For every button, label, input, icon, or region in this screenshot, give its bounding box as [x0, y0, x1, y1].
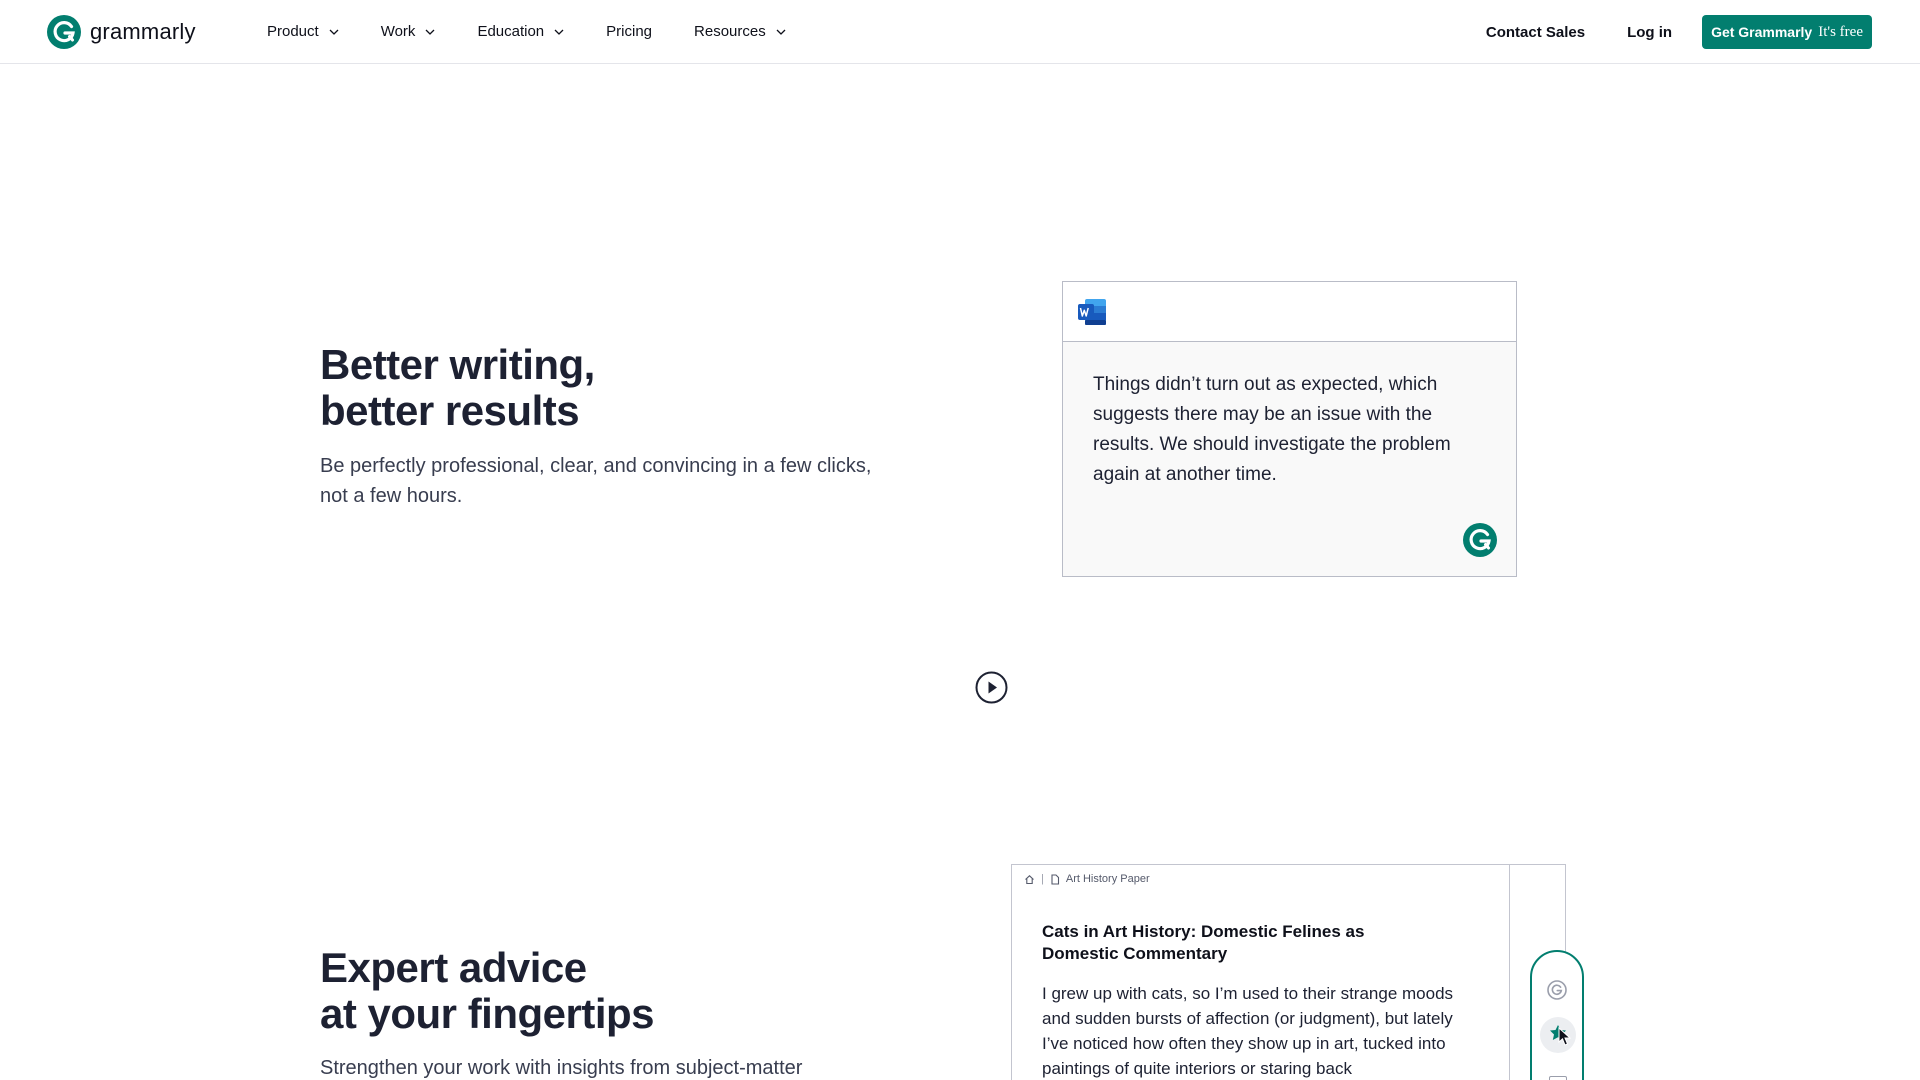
- document-icon: [1051, 873, 1059, 885]
- nav-item-label: Education: [477, 23, 545, 40]
- expert-title-line: at your fingertips: [320, 990, 655, 1037]
- word-card-text: Things didn’t turn out as expected, whic…: [1093, 374, 1451, 485]
- breadcrumb-doc-name[interactable]: Art History Paper: [1066, 873, 1150, 885]
- expert-title-line: Expert advice: [320, 944, 587, 991]
- cta-main-label: Get Grammarly: [1711, 24, 1813, 40]
- hero-title: Better writing, better results: [320, 342, 595, 434]
- nav-links: Product Work Education Pricing Resources: [267, 0, 828, 63]
- grammarly-sidebar-pill: [1530, 950, 1584, 1080]
- nav-item-product[interactable]: Product: [267, 23, 339, 40]
- nav-item-label: Product: [267, 23, 319, 40]
- grammarly-logo-icon[interactable]: [1547, 980, 1567, 1000]
- cta-sub-label: It's free: [1818, 23, 1863, 40]
- contact-sales-link[interactable]: Contact Sales: [1486, 24, 1585, 41]
- nav-item-label: Work: [380, 23, 416, 40]
- chevron-down-icon: [329, 29, 339, 35]
- logo-wordmark: grammarly: [90, 19, 196, 44]
- grammarly-badge-icon[interactable]: [1462, 522, 1498, 558]
- top-navigation: grammarly Product Work Education Pricing…: [0, 0, 1920, 64]
- nav-item-label: Pricing: [606, 23, 653, 40]
- chevron-down-icon: [554, 29, 564, 35]
- hero-title-line: Better writing,: [320, 341, 595, 388]
- breadcrumb: | Art History Paper: [1024, 873, 1150, 885]
- login-link[interactable]: Log in: [1627, 24, 1672, 41]
- grammarly-logo[interactable]: grammarly: [46, 14, 196, 50]
- chevron-down-icon: [776, 29, 786, 35]
- cursor-icon: [1558, 1027, 1572, 1046]
- nav-actions: Contact Sales Log in Get Grammarly It's …: [1486, 15, 1872, 49]
- grammarly-logo-icon: [47, 15, 81, 49]
- doc-body: I grew up with cats, so I’m used to thei…: [1042, 984, 1454, 1078]
- word-app-icon: [1078, 299, 1106, 325]
- doc-demo-card: | Art History Paper Cats in Art History:…: [1011, 864, 1566, 1080]
- word-demo-card: Things didn’t turn out as expected, whic…: [1062, 281, 1517, 577]
- nav-item-pricing[interactable]: Pricing: [606, 23, 652, 40]
- nav-item-education[interactable]: Education: [477, 23, 564, 40]
- chevron-down-icon: [425, 29, 435, 35]
- word-toolbar: [1063, 282, 1516, 342]
- nav-item-resources[interactable]: Resources: [694, 23, 786, 40]
- breadcrumb-separator: |: [1041, 873, 1044, 885]
- nav-item-work[interactable]: Work: [381, 23, 436, 40]
- panel-icon[interactable]: [1549, 1076, 1567, 1080]
- expert-subtitle: Strengthen your work with insights from …: [320, 1057, 803, 1079]
- home-icon[interactable]: [1024, 874, 1035, 885]
- doc-title: Cats in Art History: Domestic Felines as…: [1042, 922, 1365, 963]
- expert-title: Expert advice at your fingertips: [320, 944, 655, 1037]
- nav-item-label: Resources: [694, 23, 766, 40]
- hero-subtitle: Be perfectly professional, clear, and co…: [320, 455, 872, 507]
- play-icon[interactable]: [975, 671, 1008, 704]
- doc-editor: | Art History Paper Cats in Art History:…: [1012, 865, 1510, 1080]
- get-grammarly-button[interactable]: Get Grammarly It's free: [1702, 15, 1872, 49]
- hero-title-line: better results: [320, 387, 580, 434]
